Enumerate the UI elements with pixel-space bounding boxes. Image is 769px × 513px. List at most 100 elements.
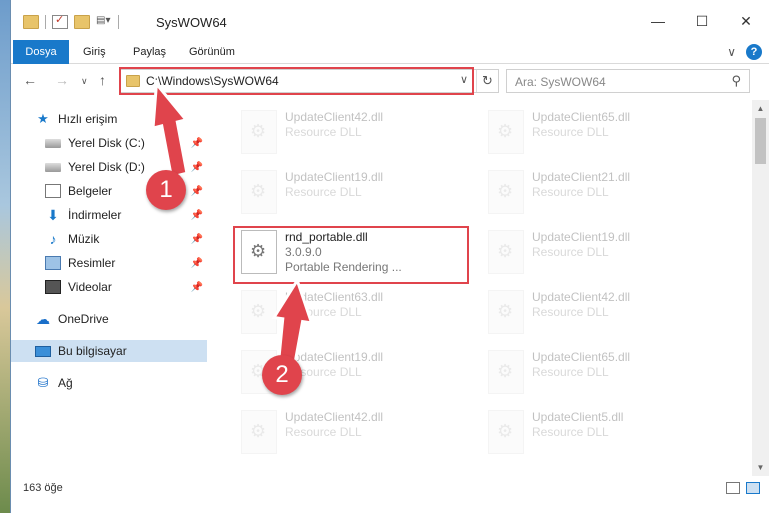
dll-file-icon bbox=[488, 230, 524, 274]
up-button[interactable]: ↑ bbox=[99, 72, 106, 88]
navigation-bar: ← → ∨ ↑ C:\Windows\SysWOW64 ∨ ↻ Ara: Sys… bbox=[11, 66, 769, 96]
sidebar-item-videos[interactable]: Videolar 📌 bbox=[11, 276, 207, 298]
pin-icon[interactable]: 📌 bbox=[191, 210, 203, 221]
title-bar: ▤▾ SysWOW64 — ☐ ✕ bbox=[11, 0, 769, 44]
file-description: Resource DLL bbox=[532, 185, 609, 199]
dll-file-icon bbox=[241, 290, 277, 334]
file-name: UpdateClient19.dll bbox=[532, 230, 631, 244]
file-explorer-window: ▤▾ SysWOW64 — ☐ ✕ Dosya Giriş Paylaş Gör… bbox=[10, 0, 769, 513]
dll-file-icon bbox=[488, 350, 524, 394]
file-description: Resource DLL bbox=[532, 245, 609, 259]
file-description: Resource DLL bbox=[532, 425, 609, 439]
sidebar-item-label: Müzik bbox=[68, 232, 100, 246]
tab-home[interactable]: Giriş bbox=[73, 40, 116, 64]
pin-icon[interactable]: 📌 bbox=[191, 162, 203, 173]
sidebar-item-quick-access[interactable]: ★ Hızlı erişim bbox=[11, 108, 207, 130]
help-icon[interactable]: ? bbox=[746, 44, 762, 60]
file-item[interactable]: UpdateClient19.dll Resource DLL bbox=[237, 164, 467, 220]
file-item[interactable]: UpdateClient63.dll Resource DLL bbox=[237, 284, 467, 340]
drive-icon bbox=[45, 138, 61, 148]
file-item[interactable]: UpdateClient65.dll Resource DLL bbox=[484, 344, 714, 400]
tab-view[interactable]: Görünüm bbox=[179, 40, 245, 64]
file-item[interactable]: UpdateClient65.dll Resource DLL bbox=[484, 104, 714, 160]
properties-icon[interactable] bbox=[52, 13, 68, 29]
file-name: UpdateClient42.dll bbox=[532, 290, 631, 304]
close-button[interactable]: ✕ bbox=[731, 10, 761, 32]
sidebar-item-label: Belgeler bbox=[68, 184, 113, 198]
step-2-badge: 2 bbox=[262, 355, 302, 395]
documents-icon bbox=[45, 184, 61, 198]
dll-file-icon bbox=[488, 170, 524, 214]
sidebar-item-onedrive[interactable]: ☁ OneDrive bbox=[11, 308, 207, 330]
file-description: Resource DLL bbox=[285, 185, 362, 199]
desktop-background bbox=[0, 0, 10, 513]
new-folder-icon[interactable] bbox=[74, 15, 90, 29]
forward-button[interactable]: → bbox=[55, 72, 69, 88]
file-name: UpdateClient63.dll bbox=[285, 290, 384, 304]
step-1-badge: 1 bbox=[146, 170, 186, 210]
file-item[interactable]: UpdateClient42.dll Resource DLL bbox=[237, 404, 467, 460]
pin-icon[interactable]: 📌 bbox=[191, 138, 203, 149]
scrollbar-thumb[interactable] bbox=[755, 118, 766, 164]
music-icon: ♪ bbox=[49, 231, 57, 247]
file-name: UpdateClient65.dll bbox=[532, 350, 631, 364]
dll-file-icon bbox=[488, 290, 524, 334]
file-name: UpdateClient42.dll bbox=[285, 110, 384, 124]
pin-icon[interactable]: 📌 bbox=[191, 234, 203, 245]
maximize-button[interactable]: ☐ bbox=[687, 10, 717, 32]
star-icon: ★ bbox=[37, 111, 49, 126]
pin-icon[interactable]: 📌 bbox=[191, 186, 203, 197]
tab-share[interactable]: Paylaş bbox=[123, 40, 176, 64]
search-icon[interactable]: ⚲ bbox=[731, 73, 741, 89]
file-item[interactable]: UpdateClient42.dll Resource DLL bbox=[484, 284, 714, 340]
tab-file[interactable]: Dosya bbox=[13, 40, 69, 64]
file-item[interactable]: UpdateClient5.dll Resource DLL bbox=[484, 404, 714, 460]
sidebar-item-this-pc[interactable]: Bu bilgisayar bbox=[11, 340, 207, 362]
sidebar-item-label: OneDrive bbox=[58, 312, 109, 326]
view-switcher bbox=[726, 482, 760, 494]
scroll-down-icon[interactable]: ▼ bbox=[752, 459, 769, 476]
downloads-icon: ⬇ bbox=[47, 207, 59, 223]
file-description: Resource DLL bbox=[285, 305, 362, 319]
sidebar-item-pictures[interactable]: Resimler 📌 bbox=[11, 252, 207, 274]
ribbon-collapse-icon[interactable]: ∨ bbox=[727, 45, 736, 59]
file-description: Resource DLL bbox=[532, 365, 609, 379]
scroll-up-icon[interactable]: ▲ bbox=[752, 100, 769, 117]
folder-icon[interactable] bbox=[23, 15, 39, 29]
sidebar-item-network[interactable]: ⛁ Ağ bbox=[11, 372, 207, 394]
file-description: Resource DLL bbox=[532, 125, 609, 139]
file-highlight-box bbox=[233, 226, 469, 284]
sidebar-item-label: Hızlı erişim bbox=[58, 112, 118, 126]
sidebar-item-local-disk-c[interactable]: Yerel Disk (C:) 📌 bbox=[11, 132, 207, 154]
search-input[interactable]: Ara: SysWOW64 ⚲ bbox=[506, 69, 750, 93]
pin-icon[interactable]: 📌 bbox=[191, 282, 203, 293]
file-description: Resource DLL bbox=[285, 425, 362, 439]
sidebar-item-downloads[interactable]: ⬇ İndirmeler 📌 bbox=[11, 204, 207, 226]
file-item[interactable]: UpdateClient19.dll Resource DLL bbox=[484, 224, 714, 280]
sidebar-item-music[interactable]: ♪ Müzik 📌 bbox=[11, 228, 207, 250]
vertical-scrollbar[interactable]: ▲ ▼ bbox=[752, 100, 769, 476]
dll-file-icon bbox=[241, 410, 277, 454]
file-description: Resource DLL bbox=[532, 305, 609, 319]
status-bar: 163 öğe bbox=[11, 478, 769, 500]
refresh-button[interactable]: ↻ bbox=[476, 70, 498, 92]
search-placeholder: Ara: SysWOW64 bbox=[515, 75, 606, 89]
file-item[interactable]: UpdateClient21.dll Resource DLL bbox=[484, 164, 714, 220]
customize-toolbar-icon[interactable]: ▤▾ bbox=[96, 15, 112, 29]
dll-file-icon bbox=[241, 170, 277, 214]
back-button[interactable]: ← bbox=[23, 72, 37, 88]
file-item[interactable]: UpdateClient42.dll Resource DLL bbox=[237, 104, 467, 160]
network-icon: ⛁ bbox=[37, 375, 49, 390]
window-title: SysWOW64 bbox=[156, 15, 227, 30]
minimize-button[interactable]: — bbox=[643, 10, 673, 32]
pin-icon[interactable]: 📌 bbox=[191, 258, 203, 269]
details-view-icon[interactable] bbox=[726, 482, 740, 494]
pictures-icon bbox=[45, 256, 61, 270]
tiles-view-icon[interactable] bbox=[746, 482, 760, 494]
file-description: Resource DLL bbox=[285, 125, 362, 139]
item-count: 163 öğe bbox=[23, 482, 63, 494]
sidebar-item-label: Yerel Disk (C:) bbox=[68, 136, 145, 150]
recent-locations-button[interactable]: ∨ bbox=[81, 76, 88, 87]
sidebar-item-label: Ağ bbox=[58, 376, 73, 390]
ribbon-controls: ∨ ? bbox=[727, 44, 762, 60]
